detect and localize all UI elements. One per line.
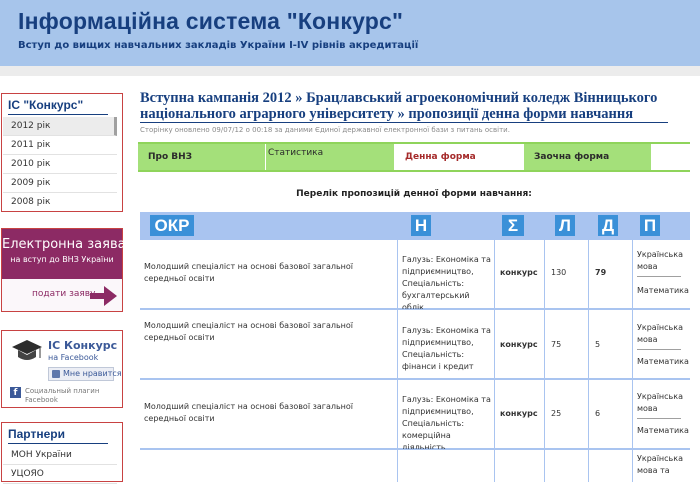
sidebar-item-2010[interactable]: 2010 рік bbox=[3, 155, 117, 174]
applications-count-cell: 5 bbox=[589, 310, 632, 378]
sidebar-ic-title[interactable]: ІС "Конкурс" bbox=[2, 94, 122, 112]
admission-type-cell: конкурс bbox=[495, 380, 544, 448]
field-cell: Галузь: Економіка та підприємництво, Спе… bbox=[398, 240, 494, 312]
admission-type-cell bbox=[495, 450, 544, 482]
column-header-l[interactable]: Л bbox=[555, 215, 575, 236]
admission-type-cell: конкурс bbox=[495, 240, 544, 308]
tab-statistics[interactable]: Статистика bbox=[266, 144, 394, 170]
admission-type-cell: конкурс bbox=[495, 310, 544, 378]
licensed-count-cell: 25 bbox=[545, 380, 588, 448]
partner-link-ucoyao[interactable]: УЦОЯО bbox=[3, 465, 117, 484]
subjects-cell: Українська мова Математика bbox=[633, 380, 690, 448]
applications-count-cell: 79 bbox=[589, 240, 632, 308]
subjects-cell: Українська мова Математика bbox=[633, 310, 690, 378]
facebook-like-button[interactable]: Мне нравится bbox=[48, 367, 122, 381]
facebook-widget: ІС Конкурс на Facebook Мне нравится f Со… bbox=[1, 330, 123, 408]
year-list: 2012 рік 2011 рік 2010 рік 2009 рік 2008… bbox=[3, 117, 117, 212]
site-title[interactable]: Інформаційна система "Конкурс" bbox=[18, 8, 403, 35]
subjects-cell: Українська мова Математика bbox=[633, 240, 690, 308]
licensed-count-cell bbox=[545, 450, 588, 482]
proposals-table: ОКР Н Σ Л Д П Молодший спеціаліст на осн… bbox=[140, 212, 690, 482]
table-row: Молодший спеціаліст на основі базової за… bbox=[140, 379, 690, 452]
application-header: Електронна заява на вступ до ВНЗ України bbox=[2, 229, 126, 279]
application-title: Електронна заява bbox=[2, 237, 126, 252]
list-title: Перелік пропозицій денної форми навчання… bbox=[296, 189, 532, 199]
electronic-application-banner[interactable]: Електронна заява на вступ до ВНЗ України… bbox=[1, 228, 126, 312]
divider bbox=[8, 443, 108, 444]
divider bbox=[637, 276, 681, 277]
applications-count-cell: 6 bbox=[589, 380, 632, 448]
sidebar-item-2012[interactable]: 2012 рік bbox=[3, 117, 117, 136]
divider bbox=[637, 349, 681, 350]
header-divider bbox=[0, 66, 700, 76]
applications-count-cell bbox=[589, 450, 632, 482]
sidebar-years-box: ІС "Конкурс" 2012 рік 2011 рік 2010 рік … bbox=[1, 93, 123, 212]
facebook-like-label: Мне нравится bbox=[63, 369, 122, 378]
facebook-page-name[interactable]: ІС Конкурс bbox=[48, 339, 117, 352]
table-row: Українська мова та bbox=[140, 449, 690, 482]
licensed-count-cell: 75 bbox=[545, 310, 588, 378]
partner-link-mon[interactable]: МОН України bbox=[3, 446, 117, 465]
okr-cell bbox=[140, 450, 397, 482]
facebook-page-sub: на Facebook bbox=[48, 353, 99, 362]
divider bbox=[8, 114, 108, 115]
application-subtitle: на вступ до ВНЗ України bbox=[10, 255, 114, 264]
tab-full-time[interactable]: Денна форма bbox=[395, 144, 523, 170]
field-cell: Галузь: Економіка та підприємництво, Спе… bbox=[398, 380, 494, 452]
sidebar-item-2009[interactable]: 2009 рік bbox=[3, 174, 117, 193]
graduation-cap-icon bbox=[12, 340, 42, 360]
facebook-icon: f bbox=[10, 387, 21, 398]
tab-about[interactable]: Про ВНЗ bbox=[138, 144, 265, 170]
arrow-right-icon[interactable] bbox=[90, 285, 118, 307]
tab-part-time[interactable]: Заочна форма bbox=[524, 144, 651, 170]
column-header-p[interactable]: П bbox=[640, 215, 660, 236]
site-header: Інформаційна система "Конкурс" Вступ до … bbox=[0, 0, 700, 66]
table-row: Молодший спеціаліст на основі базової за… bbox=[140, 240, 690, 312]
column-header-sigma[interactable]: Σ bbox=[502, 215, 524, 236]
sidebar-item-2008[interactable]: 2008 рік bbox=[3, 193, 117, 212]
partners-title: Партнери bbox=[8, 427, 65, 441]
table-row: Молодший спеціаліст на основі базової за… bbox=[140, 309, 690, 379]
field-cell: Галузь: Економіка та підприємництво, Спе… bbox=[398, 310, 494, 378]
partners-list: МОН України УЦОЯО bbox=[3, 446, 117, 484]
column-header-n[interactable]: Н bbox=[411, 215, 431, 236]
partners-box: Партнери МОН України УЦОЯО bbox=[1, 422, 123, 484]
application-footer: подати заяву bbox=[2, 279, 122, 311]
thumbs-up-icon bbox=[52, 370, 60, 378]
divider bbox=[637, 418, 681, 419]
submit-application-link[interactable]: подати заяву bbox=[32, 289, 95, 299]
divider bbox=[140, 122, 668, 123]
okr-cell: Молодший спеціаліст на основі базової за… bbox=[140, 310, 397, 378]
page-title: Вступна кампанія 2012 » Брацлавський агр… bbox=[140, 90, 658, 122]
okr-cell: Молодший спеціаліст на основі базової за… bbox=[140, 240, 397, 308]
licensed-count-cell: 130 bbox=[545, 240, 588, 308]
facebook-plugin-text[interactable]: Социальный плагин Facebook bbox=[25, 387, 105, 405]
subjects-cell: Українська мова та bbox=[633, 450, 690, 482]
column-header-d[interactable]: Д bbox=[598, 215, 618, 236]
okr-cell: Молодший спеціаліст на основі базової за… bbox=[140, 380, 397, 448]
column-header-okr[interactable]: ОКР bbox=[150, 215, 194, 236]
site-subtitle: Вступ до вищих навчальних закладів Украї… bbox=[18, 40, 419, 51]
sidebar-item-2011[interactable]: 2011 рік bbox=[3, 136, 117, 155]
field-cell bbox=[398, 450, 494, 482]
update-note: Сторінку оновлено 09/07/12 о 00:18 за да… bbox=[140, 126, 510, 134]
